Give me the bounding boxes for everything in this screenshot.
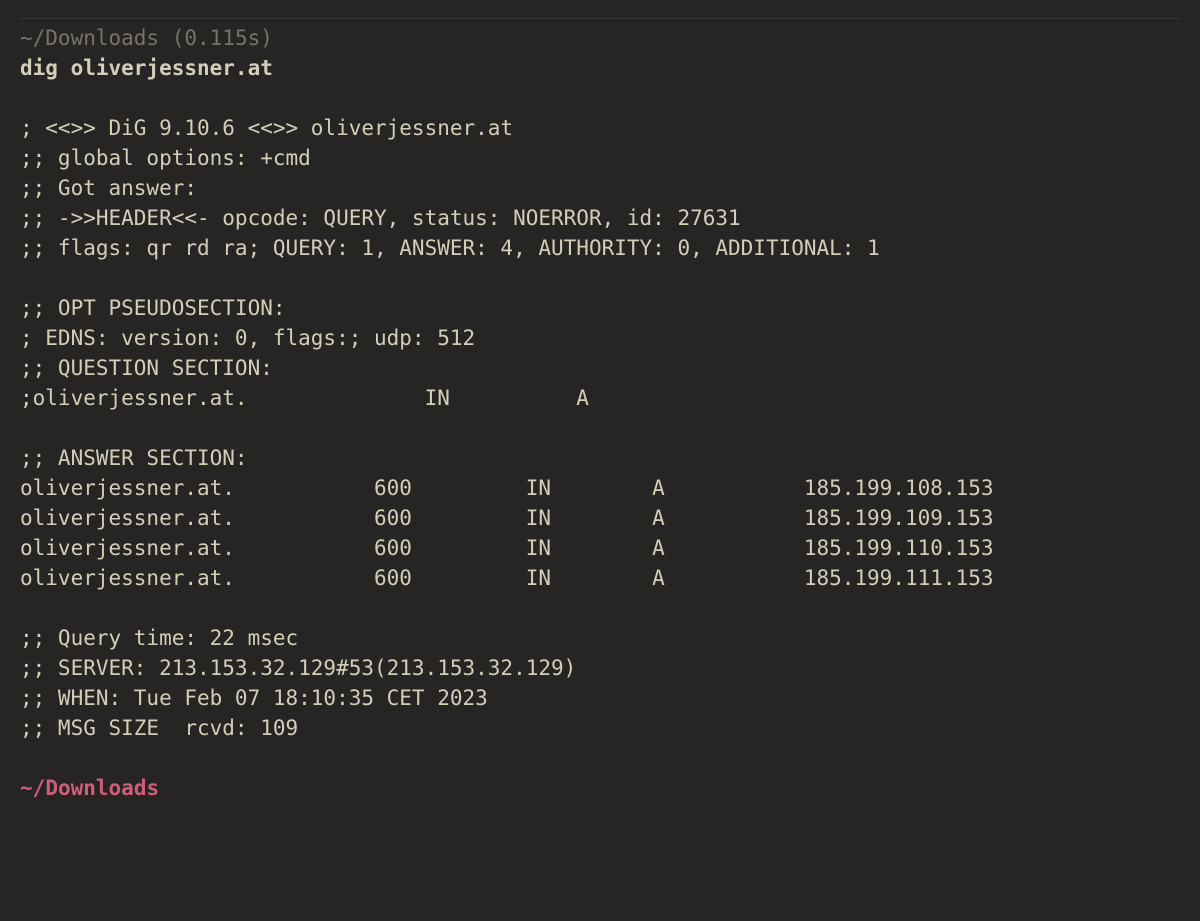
answer-data: 185.199.111.153	[804, 563, 994, 593]
answer-class: IN	[526, 503, 652, 533]
opt-section-title: ;; OPT PSEUDOSECTION:	[20, 296, 286, 320]
answer-section-title: ;; ANSWER SECTION:	[20, 446, 248, 470]
answer-row: oliverjessner.at.600INA185.199.111.153	[20, 566, 993, 590]
answer-name: oliverjessner.at.	[20, 563, 374, 593]
question-type: A	[576, 383, 589, 413]
server-line: ;; SERVER: 213.153.32.129#53(213.153.32.…	[20, 656, 576, 680]
answer-class: IN	[526, 563, 652, 593]
prompt-timing: (0.115s)	[172, 26, 273, 50]
dig-banner: ; <<>> DiG 9.10.6 <<>> oliverjessner.at	[20, 116, 513, 140]
answer-row: oliverjessner.at.600INA185.199.109.153	[20, 506, 993, 530]
answer-ttl: 600	[374, 563, 526, 593]
answer-type: A	[652, 563, 804, 593]
answer-name: oliverjessner.at.	[20, 533, 374, 563]
answer-type: A	[652, 473, 804, 503]
prompt-tilde: ~	[20, 776, 33, 800]
terminal-output[interactable]: ~/Downloads (0.115s) dig oliverjessner.a…	[20, 23, 1180, 803]
question-row: ;oliverjessner.at.INA	[20, 386, 589, 410]
answer-ttl: 600	[374, 473, 526, 503]
prompt-sep: /	[33, 776, 46, 800]
msg-size: ;; MSG SIZE rcvd: 109	[20, 716, 298, 740]
prompt-dir: Downloads	[45, 776, 159, 800]
flags-line: ;; flags: qr rd ra; QUERY: 1, ANSWER: 4,…	[20, 236, 880, 260]
got-answer: ;; Got answer:	[20, 176, 197, 200]
question-name: ;oliverjessner.at.	[20, 383, 425, 413]
answer-ttl: 600	[374, 503, 526, 533]
answer-class: IN	[526, 533, 652, 563]
answer-type: A	[652, 503, 804, 533]
prompt-path: ~/Downloads	[20, 26, 159, 50]
answer-name: oliverjessner.at.	[20, 473, 374, 503]
answer-type: A	[652, 533, 804, 563]
answer-name: oliverjessner.at.	[20, 503, 374, 533]
answer-row: oliverjessner.at.600INA185.199.110.153	[20, 536, 993, 560]
answer-class: IN	[526, 473, 652, 503]
answer-ttl: 600	[374, 533, 526, 563]
answer-data: 185.199.108.153	[804, 473, 994, 503]
when-line: ;; WHEN: Tue Feb 07 18:10:35 CET 2023	[20, 686, 488, 710]
answer-data: 185.199.110.153	[804, 533, 994, 563]
header-line: ;; ->>HEADER<<- opcode: QUERY, status: N…	[20, 206, 741, 230]
command-line: dig oliverjessner.at	[20, 56, 273, 80]
prompt-ready[interactable]: ~/Downloads	[20, 776, 159, 800]
answer-data: 185.199.109.153	[804, 503, 994, 533]
global-options: ;; global options: +cmd	[20, 146, 311, 170]
answer-row: oliverjessner.at.600INA185.199.108.153	[20, 476, 993, 500]
question-class: IN	[425, 383, 577, 413]
question-section-title: ;; QUESTION SECTION:	[20, 356, 273, 380]
query-time: ;; Query time: 22 msec	[20, 626, 298, 650]
edns-line: ; EDNS: version: 0, flags:; udp: 512	[20, 326, 475, 350]
